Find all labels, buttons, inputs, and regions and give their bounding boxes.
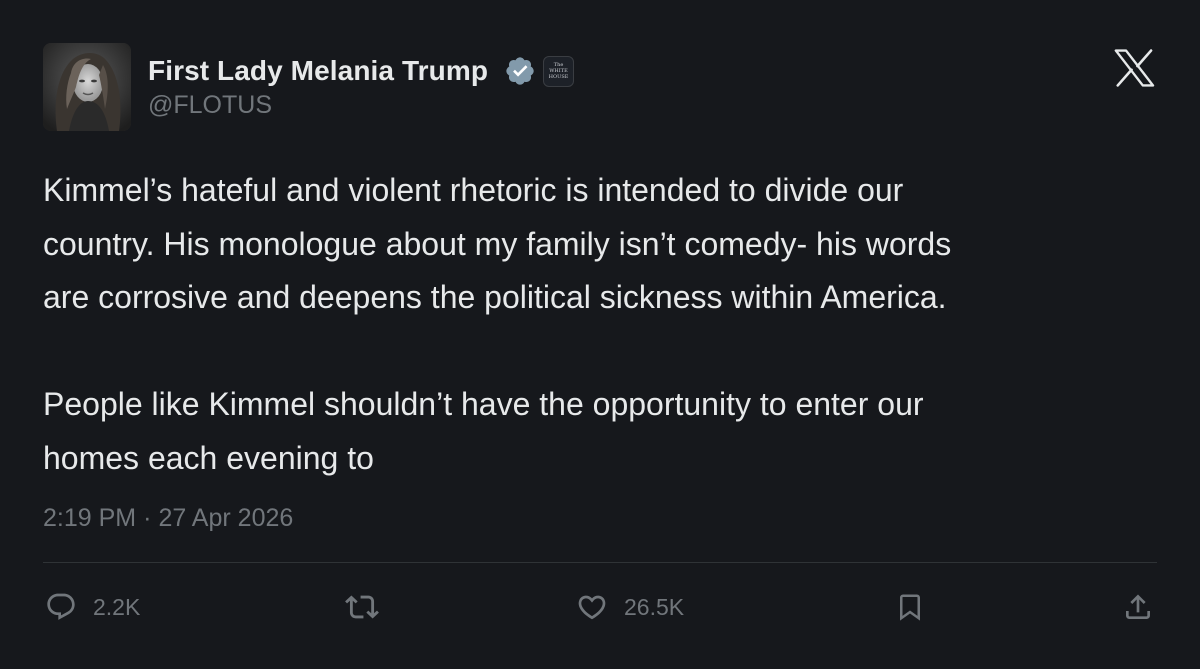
x-logo-icon[interactable] (1113, 49, 1156, 87)
avatar[interactable] (43, 43, 131, 131)
timestamp-separator: · (143, 503, 152, 532)
divider (43, 562, 1157, 563)
tweet-time: 2:19 PM (43, 503, 137, 532)
share-button[interactable] (1122, 585, 1154, 629)
like-button[interactable]: 26.5K (575, 585, 684, 629)
share-icon (1126, 594, 1150, 619)
verified-badge-icon[interactable] (504, 55, 536, 87)
heart-icon (578, 595, 606, 620)
reply-count: 2.2K (93, 593, 141, 620)
bookmark-button[interactable] (895, 585, 925, 629)
reply-icon (47, 593, 75, 620)
white-house-affiliate-badge[interactable]: The WHITE HOUSE (543, 55, 575, 87)
reply-button[interactable]: 2.2K (44, 585, 140, 629)
tweet-actions-bar: 2.2K 26.5K (0, 585, 1200, 629)
tweet-timestamp[interactable]: 2:19 PM · 27 Apr 2026 (43, 500, 293, 536)
author-handle[interactable]: @FLOTUS (148, 91, 272, 120)
tweet-text: Kimmel’s hateful and violent rhetoric is… (43, 172, 952, 476)
affiliate-badge-label: The WHITE HOUSE (548, 62, 569, 80)
tweet-card: First Lady Melania Trump The WHITE HOUSE… (0, 0, 1200, 669)
like-count: 26.5K (624, 593, 685, 620)
repost-icon (345, 595, 379, 619)
bookmark-icon (900, 594, 920, 621)
author-name-row: First Lady Melania Trump The WHITE HOUSE (148, 53, 575, 89)
repost-button[interactable] (343, 585, 381, 629)
author-display-name[interactable]: First Lady Melania Trump (148, 55, 488, 87)
tweet-date: 27 Apr 2026 (158, 503, 294, 532)
avatar-image (43, 43, 131, 131)
